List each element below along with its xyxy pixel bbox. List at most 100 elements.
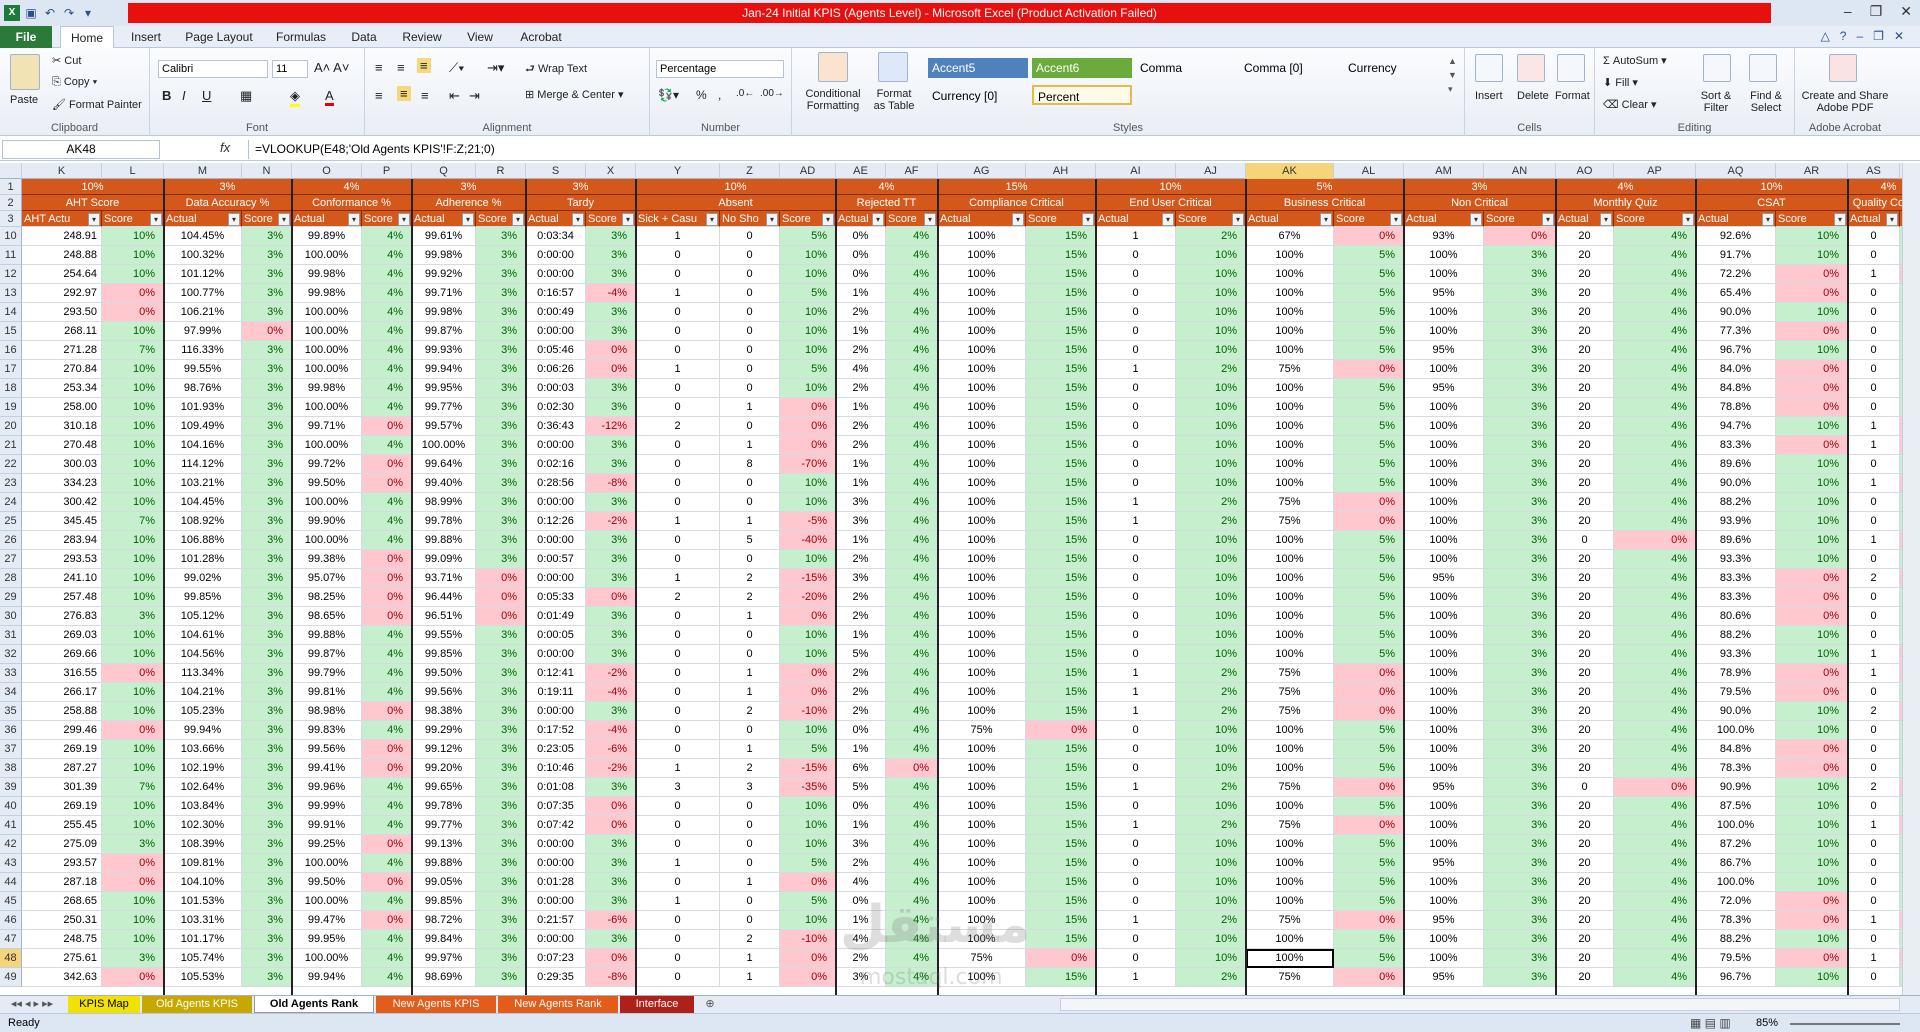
data-cell[interactable]: 67% — [1246, 227, 1334, 246]
data-cell[interactable]: 100% — [938, 873, 1026, 892]
data-cell[interactable]: 3% — [242, 531, 292, 550]
data-cell[interactable]: 4% — [1614, 854, 1696, 873]
data-cell[interactable]: 0 — [1848, 759, 1900, 778]
data-cell[interactable]: 10% — [1776, 816, 1848, 835]
data-cell[interactable]: 99.98% — [412, 246, 476, 265]
data-cell[interactable]: 100% — [938, 474, 1026, 493]
restore-icon[interactable]: ❐ — [1870, 3, 1883, 20]
data-cell[interactable]: 100% — [1404, 417, 1484, 436]
data-cell[interactable]: 334.23 — [22, 474, 102, 493]
data-cell[interactable]: 4% — [1614, 322, 1696, 341]
data-cell[interactable]: 8 — [720, 455, 780, 474]
data-cell[interactable]: 0 — [636, 835, 720, 854]
data-cell[interactable]: 93.9% — [1696, 512, 1776, 531]
data-cell[interactable]: 10% — [102, 569, 164, 588]
data-cell[interactable]: 100% — [1404, 664, 1484, 683]
filter-dropdown-icon[interactable]: ▾ — [1542, 213, 1554, 226]
data-cell[interactable]: 106.88% — [164, 531, 242, 550]
data-cell[interactable]: 10% — [780, 645, 836, 664]
kpi-group-header[interactable]: End User Critical — [1096, 195, 1246, 211]
data-cell[interactable]: 1 — [1096, 702, 1176, 721]
data-cell[interactable]: 100% — [938, 322, 1026, 341]
column-header[interactable]: AQ — [1696, 163, 1776, 179]
data-cell[interactable]: 0 — [1848, 341, 1900, 360]
data-cell[interactable]: 3% — [1484, 702, 1556, 721]
data-cell[interactable]: 1 — [1096, 816, 1176, 835]
data-cell[interactable]: 4% — [1614, 588, 1696, 607]
data-cell[interactable]: 10% — [1776, 531, 1848, 550]
data-cell[interactable]: 84.8% — [1696, 740, 1776, 759]
data-cell[interactable]: 10% — [1176, 474, 1246, 493]
data-cell[interactable]: -4% — [586, 721, 636, 740]
data-cell[interactable]: 2% — [836, 854, 886, 873]
data-cell[interactable]: 10% — [102, 550, 164, 569]
data-cell[interactable]: 3% — [1484, 835, 1556, 854]
data-cell[interactable]: 3% — [476, 740, 526, 759]
data-cell[interactable]: 4% — [362, 930, 412, 949]
data-cell[interactable]: 15% — [1026, 284, 1096, 303]
insert-cells-button[interactable]: Insert — [1475, 90, 1503, 102]
column-header[interactable]: AI — [1096, 163, 1176, 179]
data-cell[interactable]: 100% — [1246, 854, 1334, 873]
insert-cells-icon[interactable] — [1475, 54, 1503, 82]
data-cell[interactable]: 1 — [720, 740, 780, 759]
data-cell[interactable]: 88.2% — [1696, 493, 1776, 512]
filter-header-cell[interactable]: Score ▾ — [1776, 211, 1848, 227]
data-cell[interactable]: 0% — [362, 702, 412, 721]
data-cell[interactable]: 0:00:03 — [526, 379, 586, 398]
data-cell[interactable]: 10% — [1776, 835, 1848, 854]
data-cell[interactable]: 10% — [1176, 284, 1246, 303]
data-cell[interactable]: 4% — [886, 778, 938, 797]
data-cell[interactable]: 103.84% — [164, 797, 242, 816]
filter-dropdown-icon[interactable]: ▾ — [278, 213, 290, 226]
data-cell[interactable]: 100% — [1404, 721, 1484, 740]
data-cell[interactable]: 3% — [1484, 569, 1556, 588]
data-cell[interactable]: 1 — [720, 512, 780, 531]
data-cell[interactable]: 1 — [720, 683, 780, 702]
data-cell[interactable]: 15% — [1026, 759, 1096, 778]
data-cell[interactable]: 254.64 — [22, 265, 102, 284]
data-cell[interactable]: 4% — [886, 417, 938, 436]
data-cell[interactable]: 3% — [586, 436, 636, 455]
data-cell[interactable]: 113.34% — [164, 664, 242, 683]
data-cell[interactable]: 5% — [780, 284, 836, 303]
format-painter-button[interactable]: 🖌 Format Painter — [52, 98, 142, 111]
data-cell[interactable]: 10% — [102, 227, 164, 246]
data-cell[interactable]: 0 — [1848, 227, 1900, 246]
data-cell[interactable]: 0:07:42 — [526, 816, 586, 835]
align-top-icon[interactable]: ≡ — [375, 60, 383, 75]
data-cell[interactable]: 0 — [720, 360, 780, 379]
data-cell[interactable]: 100% — [1246, 873, 1334, 892]
data-cell[interactable]: 1 — [1096, 493, 1176, 512]
data-cell[interactable]: 75% — [1246, 778, 1334, 797]
data-cell[interactable]: 109.81% — [164, 854, 242, 873]
row-header[interactable]: 33 — [0, 664, 22, 683]
data-cell[interactable]: 0 — [720, 227, 780, 246]
data-cell[interactable]: 20 — [1556, 664, 1614, 683]
row-header[interactable]: 45 — [0, 892, 22, 911]
data-cell[interactable]: 15% — [1026, 702, 1096, 721]
data-cell[interactable]: 100.00% — [292, 854, 362, 873]
data-cell[interactable]: 99.71% — [412, 284, 476, 303]
data-cell[interactable]: 100.77% — [164, 284, 242, 303]
data-cell[interactable]: 3% — [476, 892, 526, 911]
data-cell[interactable]: 10% — [1176, 835, 1246, 854]
data-cell[interactable]: 99.88% — [412, 854, 476, 873]
data-cell[interactable]: 100% — [1404, 740, 1484, 759]
data-cell[interactable]: 99.94% — [412, 360, 476, 379]
data-cell[interactable]: 0 — [636, 341, 720, 360]
data-cell[interactable]: 2 — [1848, 702, 1900, 721]
data-cell[interactable]: 100% — [938, 835, 1026, 854]
data-cell[interactable]: 0% — [1484, 227, 1556, 246]
data-cell[interactable]: 0:00:05 — [526, 626, 586, 645]
kpi-group-header[interactable]: Adherence % — [412, 195, 526, 211]
data-cell[interactable]: 97.99% — [164, 322, 242, 341]
data-cell[interactable]: 5% — [1334, 892, 1404, 911]
data-cell[interactable]: 5% — [780, 892, 836, 911]
data-cell[interactable]: 98.72% — [412, 911, 476, 930]
data-cell[interactable]: 5% — [1334, 949, 1404, 968]
data-cell[interactable]: 105.12% — [164, 607, 242, 626]
data-cell[interactable]: -35% — [780, 778, 836, 797]
data-cell[interactable]: 98.38% — [412, 702, 476, 721]
filter-dropdown-icon[interactable]: ▾ — [1886, 213, 1898, 226]
